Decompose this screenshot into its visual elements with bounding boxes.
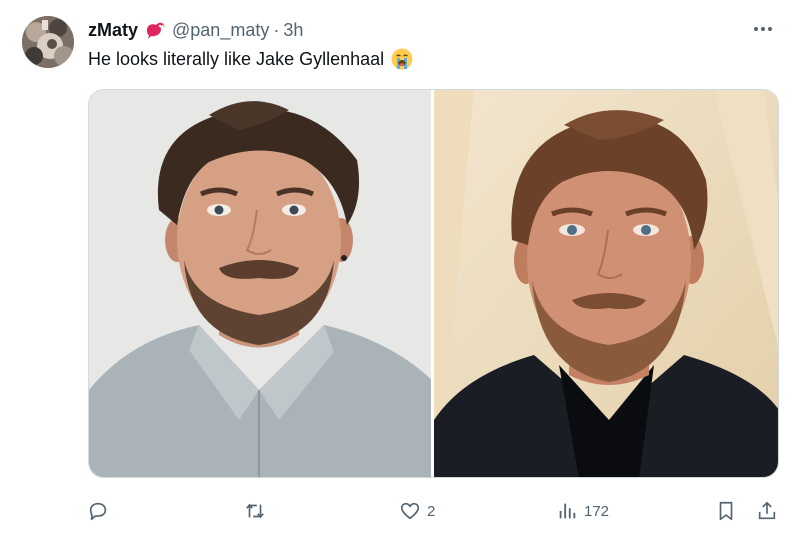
more-options-button[interactable]	[750, 16, 776, 42]
repost-button[interactable]	[243, 496, 273, 526]
views-icon	[559, 503, 576, 519]
loudly-crying-face-icon	[390, 47, 414, 71]
photo-bearded-man-grey-shirt	[89, 90, 431, 477]
bookmark-button[interactable]	[716, 496, 736, 526]
views-button[interactable]: 172	[556, 496, 609, 526]
like-button[interactable]: 2	[399, 496, 435, 526]
handle[interactable]: @pan_maty	[172, 20, 269, 41]
bookmark-icon	[719, 501, 733, 521]
red-bird-icon	[144, 20, 167, 40]
photo-left[interactable]	[89, 90, 431, 477]
tweet-text: He looks literally like Jake Gyllenhaal	[88, 46, 414, 72]
reply-button[interactable]	[87, 496, 115, 526]
tweet[interactable]: zMaty @pan_maty · 3h He looks literally …	[0, 0, 800, 538]
avatar-image	[22, 16, 74, 68]
tweet-header: zMaty @pan_maty · 3h	[88, 18, 303, 42]
share-icon	[758, 501, 776, 520]
share-button[interactable]	[756, 496, 778, 526]
more-dots-icon	[754, 27, 772, 31]
media-grid[interactable]	[88, 89, 779, 478]
reply-icon	[89, 502, 107, 521]
views-count: 172	[584, 502, 610, 520]
tweet-text-content: He looks literally like Jake Gyllenhaal	[88, 49, 385, 69]
photo-bearded-man-dark-suit	[434, 90, 778, 477]
separator: ·	[273, 19, 280, 40]
like-icon	[400, 502, 420, 520]
photo-right[interactable]	[434, 90, 778, 477]
action-bar: 2 172	[0, 496, 800, 526]
avatar[interactable]	[22, 16, 74, 68]
like-count: 2	[427, 502, 436, 520]
repost-icon	[246, 503, 264, 519]
timestamp[interactable]: 3h	[283, 20, 303, 41]
display-name[interactable]: zMaty	[88, 20, 138, 41]
